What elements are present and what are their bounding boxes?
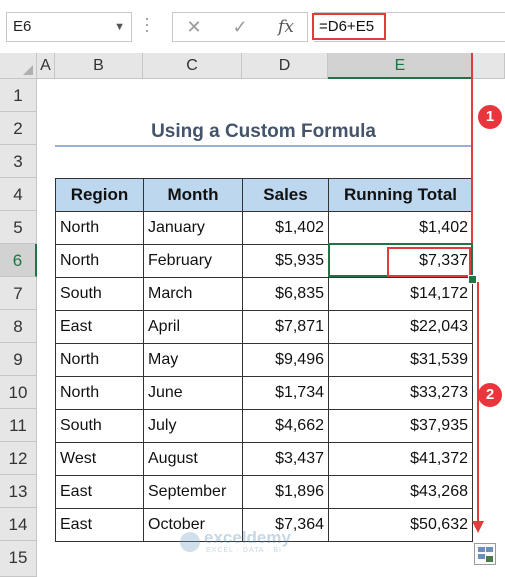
watermark-tagline: EXCEL · DATA · BI [206,547,282,554]
step-badge-2: 2 [478,383,502,407]
spreadsheet-grid: A B C D E 1 2 3 4 5 6 7 8 9 10 11 12 13 14 15 Using a … [0,53,505,577]
check-icon[interactable]: ✓ [225,13,255,41]
chevron-down-icon[interactable]: ▼ [114,13,125,41]
arrow-1-line [471,53,473,243]
name-box[interactable]: E6 ▼ [6,12,132,42]
cancel-icon[interactable]: ✕ [179,13,209,41]
watermark-logo-icon [180,532,200,552]
watermark-name: exceldemy [204,528,291,547]
step-badge-1: 1 [478,105,502,129]
watermark: exceldemy EXCEL · DATA · BI [180,528,330,558]
formula-buttons: ✕ ✓ fx [172,12,308,42]
drag-handle-icon[interactable] [144,14,150,38]
formula-bar: E6 ▼ ✕ ✓ fx =D6+E5 [0,0,505,53]
quick-analysis-icon[interactable] [474,543,496,565]
formula-input[interactable]: =D6+E5 [312,13,386,40]
name-box-value: E6 [13,18,32,35]
arrow-2-head [472,521,484,533]
annotation-arrows [471,53,484,533]
insert-function-button[interactable]: fx [271,13,301,41]
